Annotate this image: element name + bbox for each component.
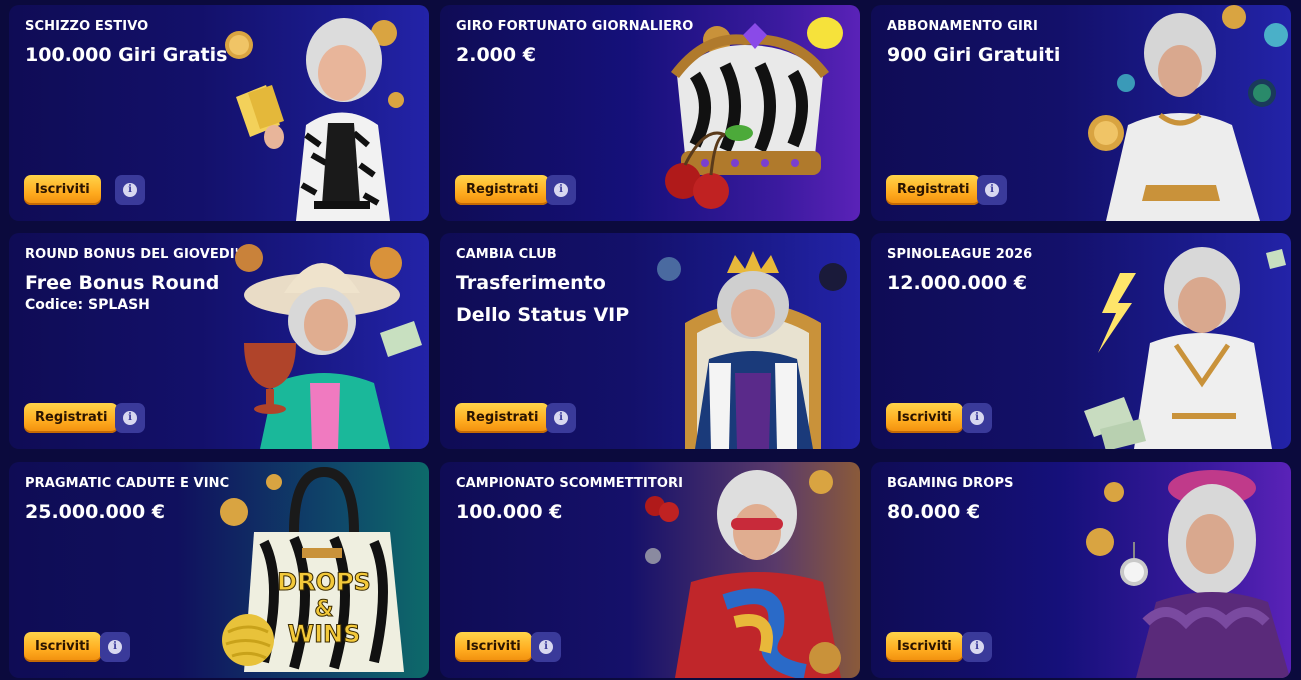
info-icon: i [123, 411, 137, 425]
info-button[interactable]: i [962, 632, 992, 662]
info-icon: i [985, 183, 999, 197]
iscriviti-button[interactable]: Iscriviti [24, 175, 101, 205]
registrati-button[interactable]: Registrati [455, 175, 550, 205]
promo-card-pragmatic[interactable]: DROPS & WINS PRAGMATIC CADUTE E VINC 25.… [9, 462, 429, 678]
woman-hat-illustration [235, 244, 422, 449]
info-button[interactable]: i [115, 403, 145, 433]
promo-title: Free Bonus Round [25, 272, 220, 294]
promo-card-round-bonus[interactable]: ROUND BONUS DEL GIOVEDI' Free Bonus Roun… [9, 233, 429, 449]
promo-title: 2.000 € [456, 44, 536, 66]
iscriviti-button[interactable]: Iscriviti [886, 403, 963, 433]
svg-text:DROPS: DROPS [277, 568, 371, 596]
promo-subtitle: CAMPIONATO SCOMMETTITORI [456, 476, 684, 491]
info-button[interactable]: i [546, 403, 576, 433]
woman-zebra-jacket-illustration [225, 18, 404, 221]
promo-card-cambia-club[interactable]: CAMBIA CLUB Trasferimento Dello Status V… [440, 233, 860, 449]
promo-subtitle: CAMBIA CLUB [456, 247, 557, 262]
promo-code: Codice: SPLASH [25, 297, 150, 313]
info-icon: i [970, 640, 984, 654]
promo-card-campionato[interactable]: CAMPIONATO SCOMMETTITORI 100.000 € Iscri… [440, 462, 860, 678]
promo-title: 100.000 Giri Gratis [25, 44, 228, 66]
woman-beret-illustration [1086, 470, 1290, 678]
info-icon: i [539, 640, 553, 654]
info-icon: i [554, 411, 568, 425]
registrati-button[interactable]: Registrati [886, 175, 981, 205]
info-icon: i [970, 411, 984, 425]
promo-card-bgaming-drops[interactable]: BGAMING DROPS 80.000 € Iscriviti i [871, 462, 1291, 678]
info-button[interactable]: i [977, 175, 1007, 205]
zebra-crown-illustration [665, 17, 843, 209]
svg-text:WINS: WINS [288, 620, 361, 648]
iscriviti-button[interactable]: Iscriviti [886, 632, 963, 662]
promo-subtitle: ABBONAMENTO GIRI [887, 19, 1038, 34]
info-button[interactable]: i [546, 175, 576, 205]
promo-subtitle: ROUND BONUS DEL GIOVEDI' [25, 247, 239, 262]
promo-title: 80.000 € [887, 501, 981, 523]
info-icon: i [123, 183, 137, 197]
promotions-grid: SCHIZZO ESTIVO 100.000 Giri Gratis Iscri… [0, 0, 1301, 680]
svg-text:&: & [314, 597, 333, 622]
promo-card-spinoleague[interactable]: SPINOLEAGUE 2026 12.000.000 € Iscriviti … [871, 233, 1291, 449]
promo-subtitle: SCHIZZO ESTIVO [25, 19, 149, 34]
promo-card-giro-fortunato[interactable]: GIRO FORTUNATO GIORNALIERO 2.000 € Regis… [440, 5, 860, 221]
registrati-button[interactable]: Registrati [455, 403, 550, 433]
promo-title: Trasferimento Dello Status VIP [456, 272, 630, 326]
iscriviti-button[interactable]: Iscriviti [455, 632, 532, 662]
promo-subtitle: SPINOLEAGUE 2026 [887, 247, 1033, 262]
zebra-bag-illustration: DROPS & WINS [220, 466, 404, 672]
promo-subtitle: GIRO FORTUNATO GIORNALIERO [456, 19, 694, 34]
iscriviti-button[interactable]: Iscriviti [24, 632, 101, 662]
info-button[interactable]: i [100, 632, 130, 662]
info-icon: i [554, 183, 568, 197]
promo-title: 900 Giri Gratuiti [887, 44, 1061, 66]
promo-card-abbonamento-giri[interactable]: ABBONAMENTO GIRI 900 Giri Gratuiti Regis… [871, 5, 1291, 221]
registrati-button[interactable]: Registrati [24, 403, 119, 433]
promo-title: 100.000 € [456, 501, 563, 523]
woman-white-dress-illustration [1088, 5, 1288, 221]
info-button[interactable]: i [962, 403, 992, 433]
promo-subtitle: BGAMING DROPS [887, 476, 1014, 491]
info-button[interactable]: i [531, 632, 561, 662]
info-icon: i [108, 640, 122, 654]
promo-subtitle: PRAGMATIC CADUTE E VINC [25, 476, 230, 491]
promo-title: 25.000.000 € [25, 501, 166, 523]
info-button[interactable]: i [115, 175, 145, 205]
woman-red-jacket-illustration [645, 470, 841, 678]
queen-throne-illustration [657, 251, 847, 449]
goddess-lightning-illustration [1084, 247, 1286, 449]
promo-title: 12.000.000 € [887, 272, 1028, 294]
promo-card-schizzo-estivo[interactable]: SCHIZZO ESTIVO 100.000 Giri Gratis Iscri… [9, 5, 429, 221]
